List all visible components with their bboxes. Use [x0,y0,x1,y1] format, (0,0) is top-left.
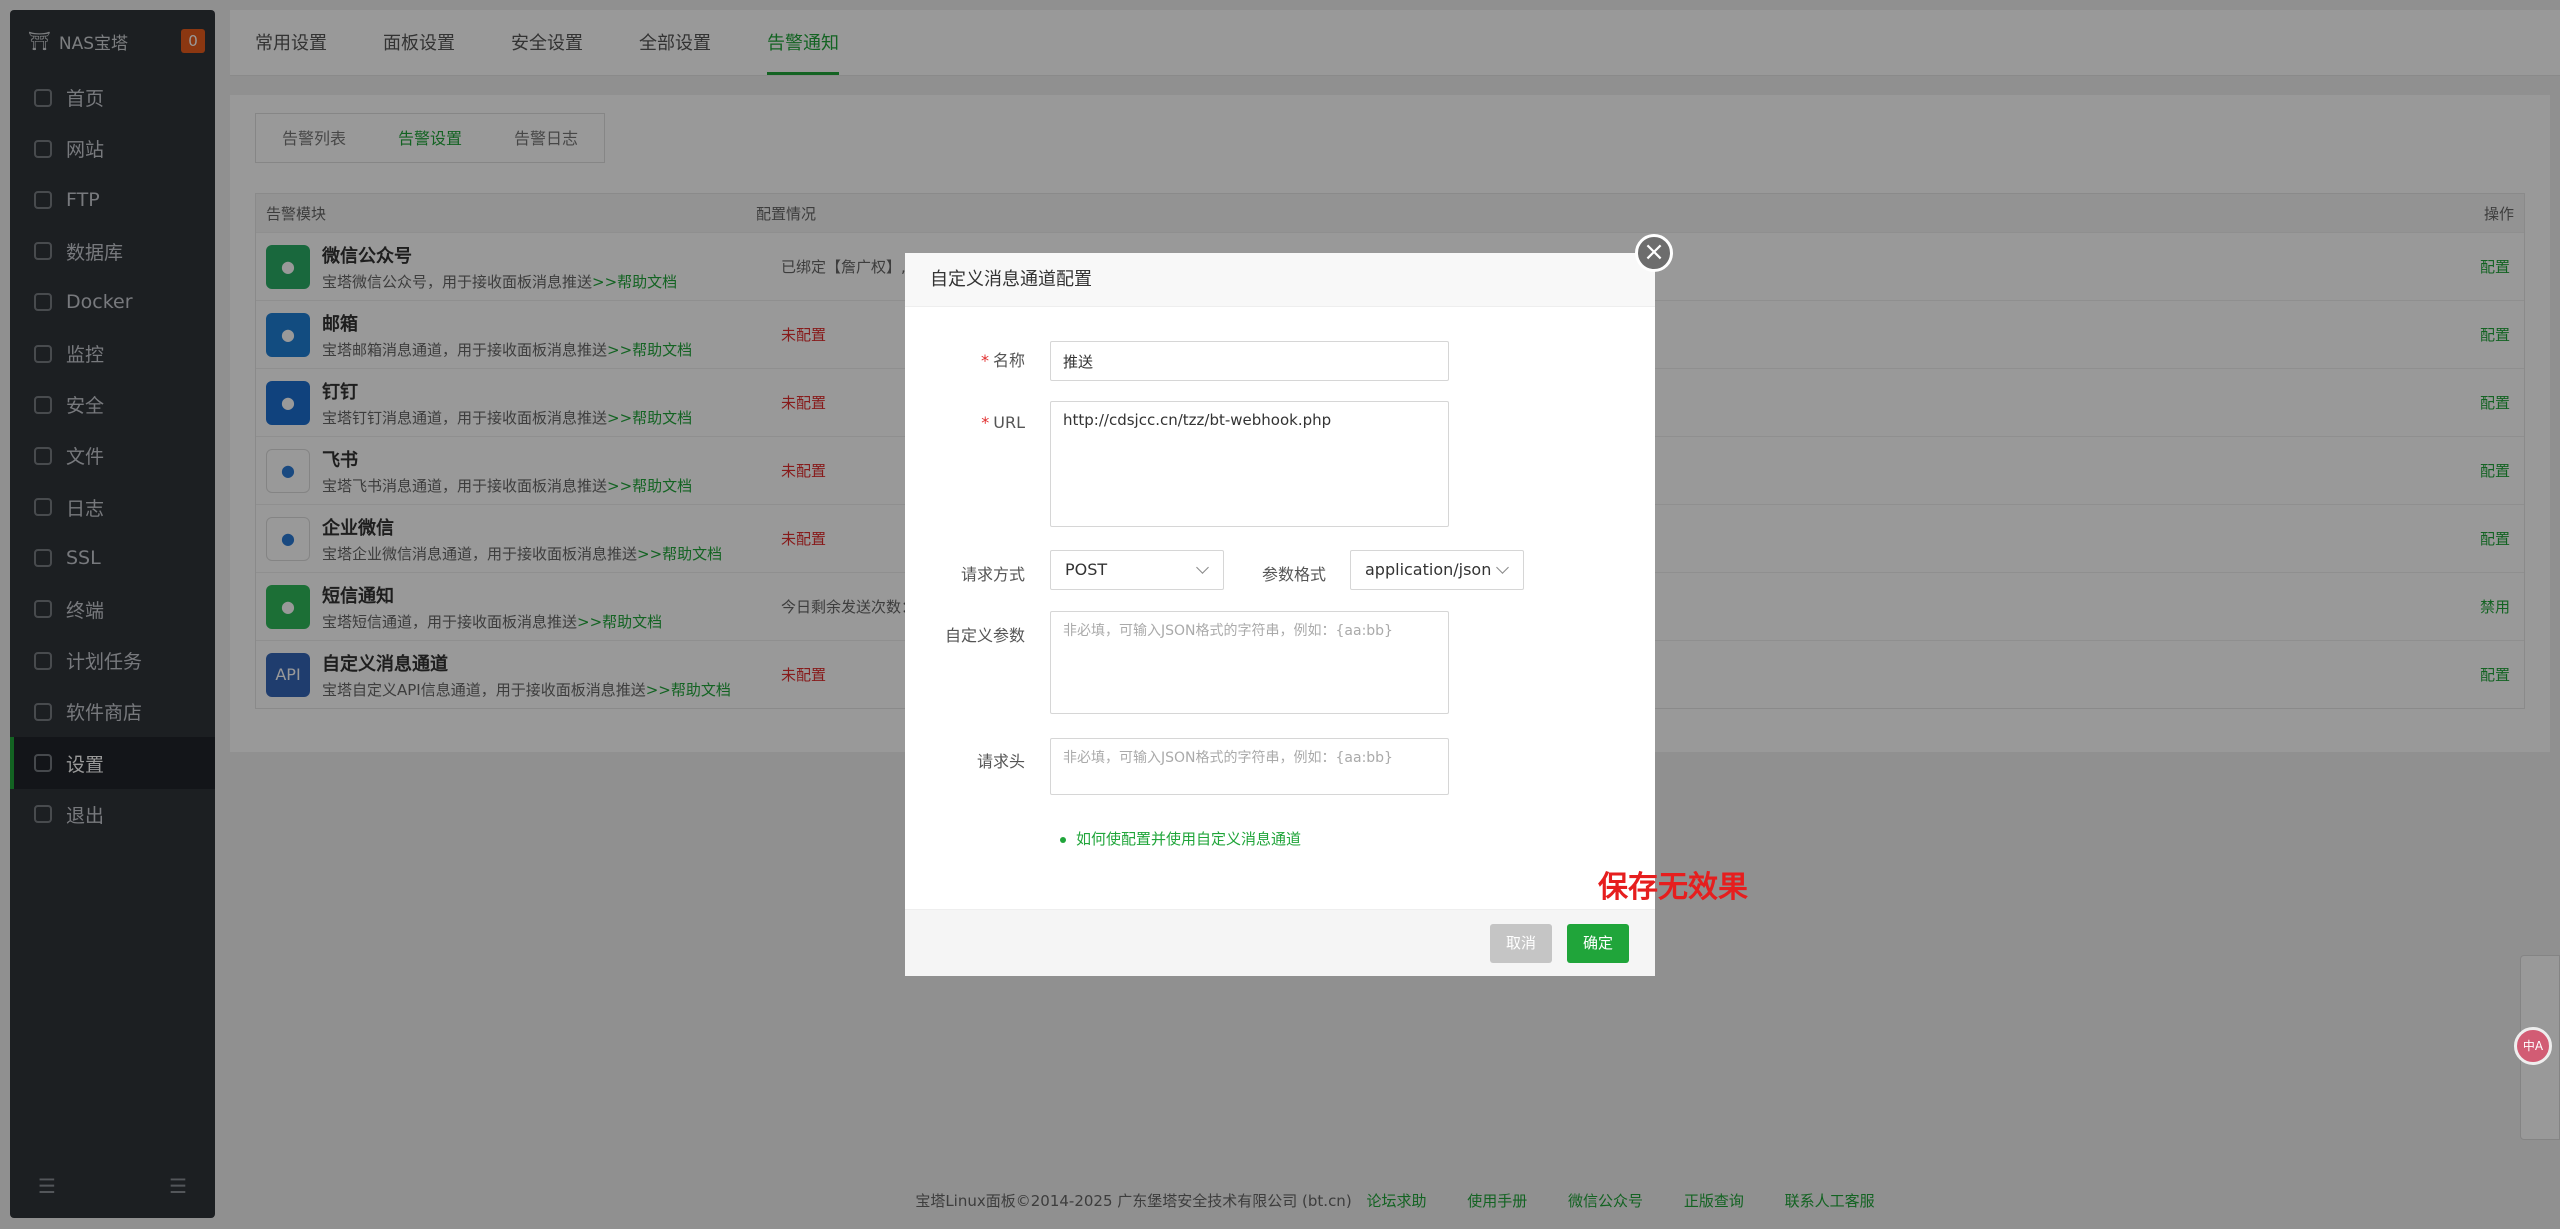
dialog-title: 自定义消息通道配置 [905,253,1655,307]
dialog-footer: 取消 确定 [905,909,1655,976]
params-textarea[interactable]: 非必填，可输入JSON格式的字符串，例如：{aa:bb} [1050,611,1449,714]
help-link-item[interactable]: 如何使配置并使用自定义消息通道 [1060,828,1301,849]
translate-icon[interactable]: 中A [2514,1027,2552,1065]
close-icon[interactable]: × [1635,234,1673,272]
annotation-text: 保存无效果 [1598,870,1748,905]
name-label: * 名称 [980,351,1025,370]
bullet-icon [1060,836,1066,843]
cancel-button[interactable]: 取消 [1490,924,1552,963]
confirm-button[interactable]: 确定 [1567,924,1629,963]
method-label: 请求方式 [960,565,1025,584]
headers-textarea[interactable]: 非必填，可输入JSON格式的字符串，例如：{aa:bb} [1050,738,1449,795]
params-label: 自定义参数 [944,626,1025,645]
format-select[interactable]: application/json [1350,550,1524,590]
chevron-down-icon [1496,561,1509,574]
chevron-down-icon [1196,561,1209,574]
method-select[interactable]: POST [1050,550,1224,590]
name-input[interactable]: 推送 [1050,341,1449,381]
format-value: application/json [1365,560,1492,579]
format-label: 参数格式 [1261,565,1326,584]
help-link[interactable]: 如何使配置并使用自定义消息通道 [1076,830,1301,848]
headers-label: 请求头 [976,752,1025,771]
method-value: POST [1065,560,1108,579]
url-textarea[interactable]: http://cdsjcc.cn/tzz/bt-webhook.php [1050,401,1449,527]
url-label: * URL [981,413,1025,432]
